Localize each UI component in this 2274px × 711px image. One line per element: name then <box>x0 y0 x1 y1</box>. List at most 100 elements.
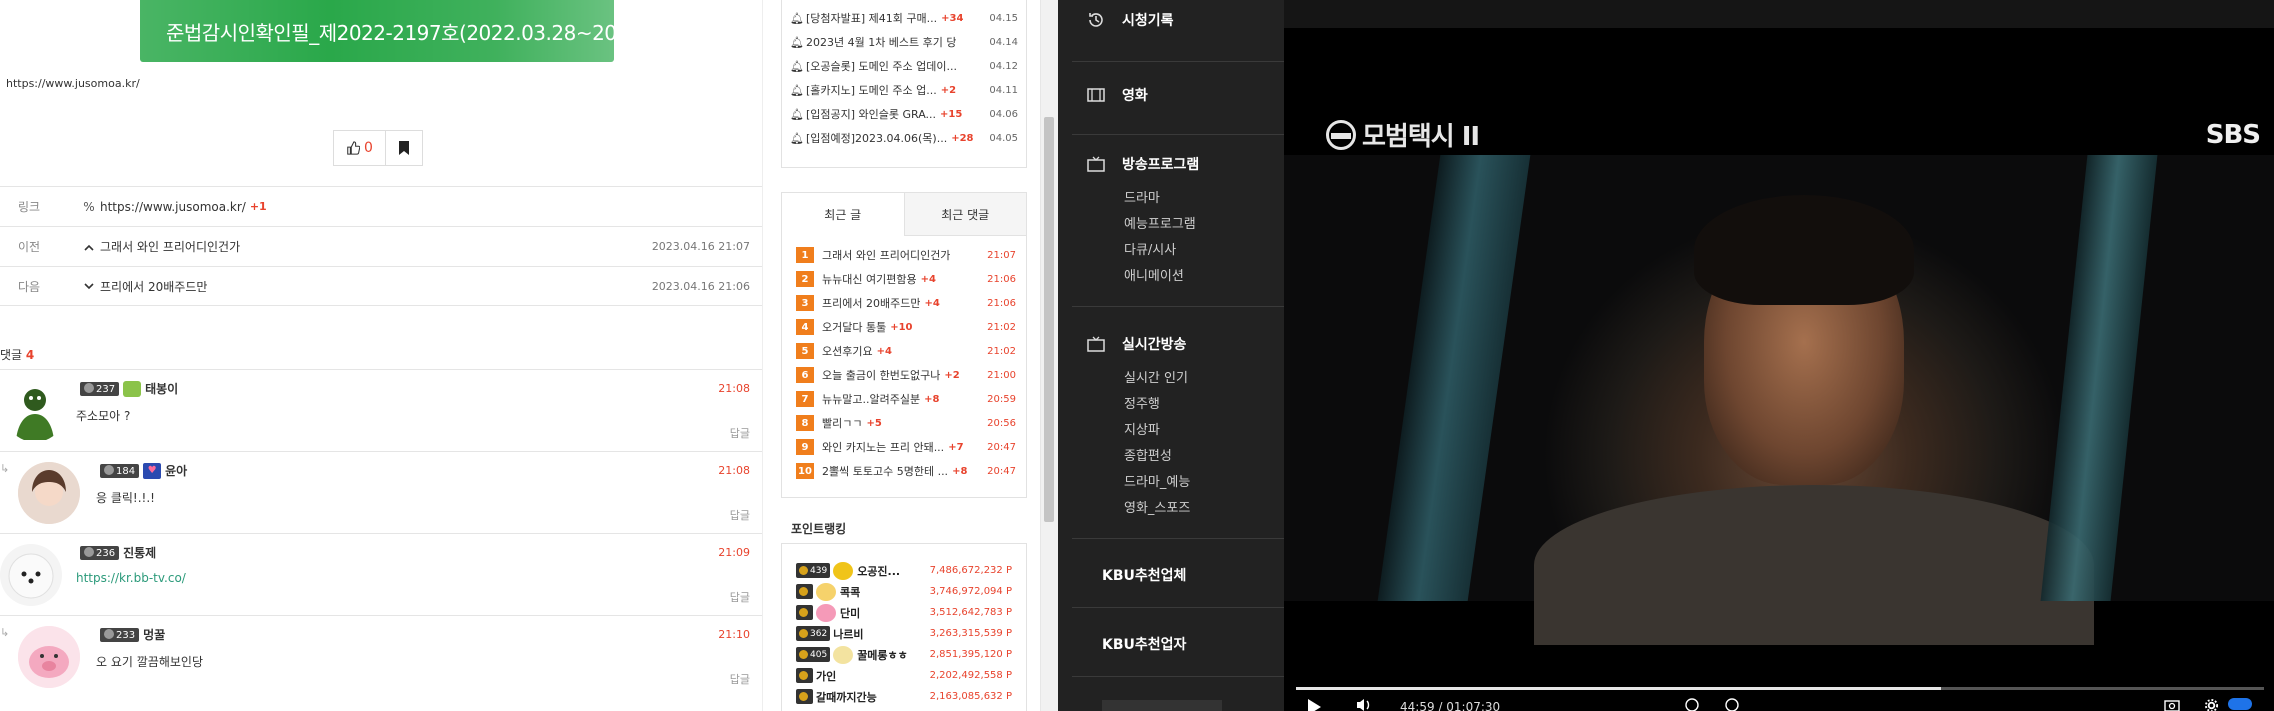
comment-nick[interactable]: 멍꿀 <box>143 626 165 643</box>
notice-item[interactable]: 🔔︎ [입점예정]2023.04.06(목)... +28 04.05 <box>782 126 1026 150</box>
list-item[interactable]: 4 오거달다 통툴 +10 21:02 <box>782 315 1026 339</box>
nav-sub-drama-variety[interactable]: 드라마_예능 <box>1124 471 1190 490</box>
nav-sub-cable[interactable]: 종합편성 <box>1124 445 1172 464</box>
nav-item-kbu-company[interactable]: KBU추천업체 <box>1102 565 1186 585</box>
chevron-down-icon <box>78 279 100 293</box>
link-click-count: +1 <box>249 200 267 213</box>
nav-item-history[interactable]: 시청기록 <box>1086 10 1174 30</box>
nav-item-kbu-dealer[interactable]: KBU추천업자 <box>1102 634 1186 654</box>
avatar[interactable] <box>18 462 80 524</box>
skip-forward-icon[interactable] <box>1724 698 1740 711</box>
thumbs-up-icon <box>347 141 361 155</box>
avatar[interactable] <box>4 380 66 442</box>
history-icon <box>1086 11 1106 29</box>
toggle-icon[interactable] <box>2228 698 2252 710</box>
reply-button[interactable]: 답글 <box>730 671 750 687</box>
list-item[interactable]: 5 오션후기요 +4 21:02 <box>782 339 1026 363</box>
list-item[interactable]: 갈때까지간능 2,163,085,632 P <box>782 686 1026 707</box>
next-label: 다음 <box>18 279 41 294</box>
comment-nick[interactable]: 태봉이 <box>145 380 178 397</box>
comment-text: 주소모아 ? <box>76 409 131 423</box>
user-meta: 184 ♥ 윤아 <box>100 462 187 479</box>
link-value[interactable]: https://www.jusomoa.kr/ <box>100 200 246 214</box>
divider <box>1072 306 1284 307</box>
list-item[interactable]: 6 오늘 출금이 한번도없구나 +2 21:00 <box>782 363 1026 387</box>
reply-button[interactable]: 답글 <box>730 507 750 523</box>
comment-nick[interactable]: 진통제 <box>123 544 156 561</box>
list-item[interactable]: 콕콕 3,746,972,094 P <box>782 581 1026 602</box>
recent-tabs: 최근 글 최근 댓글 <box>782 193 1026 236</box>
time-display: 44:59 / 01:07:30 <box>1400 700 1501 711</box>
nav-sub-documentary[interactable]: 다큐/시사 <box>1124 239 1176 258</box>
avatar[interactable] <box>18 626 80 688</box>
skip-back-icon[interactable] <box>1684 698 1700 711</box>
user-icon <box>123 380 142 397</box>
recent-post-list: 1 그래서 와인 프리어디인건가 21:07 2 뉴뉴대신 여기편함용 +4 21:06 … <box>782 236 1026 483</box>
list-item[interactable]: 2 뉴뉴대신 여기편함용 +4 21:06 <box>782 267 1026 291</box>
comment-count-header: 댓글 4 <box>0 346 34 363</box>
avatar[interactable] <box>0 544 62 606</box>
video-progress-bar[interactable] <box>1296 687 2264 690</box>
list-item[interactable]: 8 빨리ㄱㄱ +5 20:56 <box>782 411 1026 435</box>
reply-button[interactable]: 답글 <box>730 425 750 441</box>
nav-item-movies[interactable]: 영화 <box>1086 85 1148 105</box>
notice-item[interactable]: 🔔︎ [입점공지] 와인슬롯 GRA... +15 04.06 <box>782 102 1026 126</box>
reply-button[interactable]: 답글 <box>730 589 750 605</box>
nav-sub-variety[interactable]: 예능프로그램 <box>1124 213 1196 232</box>
nav-sub-live-popular[interactable]: 실시간 인기 <box>1124 367 1188 386</box>
next-post-title[interactable]: 프리에서 20배주드만 <box>100 278 207 295</box>
scrollbar-thumb[interactable] <box>1044 117 1054 522</box>
notice-item[interactable]: 🔔︎ [오공슬롯] 도메인 주소 업데이... 04.12 <box>782 54 1026 78</box>
link-row: 링크 % https://www.jusomoa.kr/ +1 <box>0 186 762 226</box>
screenshot-icon[interactable] <box>2164 698 2180 711</box>
notice-item[interactable]: 🔔︎ [당첨자발표] 제41회 구매... +34 04.15 <box>782 6 1026 30</box>
like-button[interactable]: 0 <box>334 131 386 165</box>
level-badge: 237 <box>80 381 120 396</box>
nav-item-more[interactable] <box>1102 700 1222 711</box>
nav-sub-terrestrial[interactable]: 지상파 <box>1124 419 1160 438</box>
list-item[interactable]: 9 와인 카지노는 프리 안돼... +7 20:47 <box>782 435 1026 459</box>
notice-item[interactable]: 🔔︎ [홀카지노] 도메인 주소 업... +2 04.11 <box>782 78 1026 102</box>
tab-recent-comments[interactable]: 최근 댓글 <box>903 193 1026 236</box>
prev-post-row[interactable]: 이전 그래서 와인 프리어디인건가 2023.04.16 21:07 <box>0 226 762 266</box>
prev-post-date: 2023.04.16 21:07 <box>651 240 750 253</box>
scrap-button[interactable] <box>386 131 422 165</box>
gear-icon[interactable] <box>2204 698 2219 711</box>
nav-sub-drama[interactable]: 드라마 <box>1124 187 1160 206</box>
prev-post-title[interactable]: 그래서 와인 프리어디인건가 <box>100 238 240 255</box>
nav-sub-animation[interactable]: 애니메이션 <box>1124 265 1184 284</box>
divider <box>1072 538 1284 539</box>
comment-link[interactable]: https://kr.bb-tv.co/ <box>76 571 186 585</box>
next-post-row[interactable]: 다음 프리에서 20배주드만 2023.04.16 21:06 <box>0 266 762 306</box>
list-item[interactable]: 10 2뽈씩 토토고수 5명한테 ... +8 20:47 <box>782 459 1026 483</box>
list-item[interactable]: 1 그래서 와인 프리어디인건가 21:07 <box>782 243 1026 267</box>
list-item[interactable]: 가인 2,202,492,558 P <box>782 665 1026 686</box>
list-item[interactable]: 7 뉴뉴말고..알려주실분 +8 20:59 <box>782 387 1026 411</box>
nav-sub-binge[interactable]: 정주행 <box>1124 393 1160 412</box>
tab-recent-posts[interactable]: 최근 글 <box>782 193 904 236</box>
video-frame[interactable] <box>1284 155 2274 645</box>
notice-item[interactable]: 🔔︎ 2023년 4월 1차 베스트 후기 당... 04.14 <box>782 30 1026 54</box>
ad-banner[interactable]: 준법감시인확인필_제2022-2197호(2022.03.28~202 <box>140 0 614 62</box>
list-item[interactable]: 단미 3,512,642,783 P <box>782 602 1026 623</box>
comment-nick[interactable]: 윤아 <box>165 462 187 479</box>
level-badge <box>796 668 813 683</box>
divider <box>1072 134 1284 135</box>
list-item[interactable]: 439 오공진... 7,486,672,232 P <box>782 560 1026 581</box>
list-item[interactable]: 362 나르비 3,263,315,539 P <box>782 623 1026 644</box>
article-url[interactable]: https://www.jusomoa.kr/ <box>6 77 140 90</box>
list-item[interactable]: 3 프리에서 20배주드만 +4 21:06 <box>782 291 1026 315</box>
nav-sub-movie-sports[interactable]: 영화_스포즈 <box>1124 497 1190 516</box>
bookmark-icon <box>399 141 409 155</box>
comment-label: 댓글 <box>0 348 23 362</box>
level-badge: 236 <box>80 545 120 560</box>
volume-icon[interactable] <box>1356 698 1372 711</box>
nav-item-live[interactable]: 실시간방송 <box>1086 334 1186 354</box>
nav-item-broadcast[interactable]: 방송프로그램 <box>1086 154 1199 174</box>
level-badge: 184 <box>100 463 140 478</box>
list-item[interactable]: 405 꿀메롱ㅎㅎ 2,851,395,120 P <box>782 644 1026 665</box>
video-player[interactable]: 모범택시 II SBS 44:59 / 01:07:30 <box>1284 0 2274 711</box>
play-icon[interactable] <box>1308 699 1321 711</box>
flower-icon <box>816 603 836 622</box>
user-meta: 236 진통제 <box>80 544 156 561</box>
